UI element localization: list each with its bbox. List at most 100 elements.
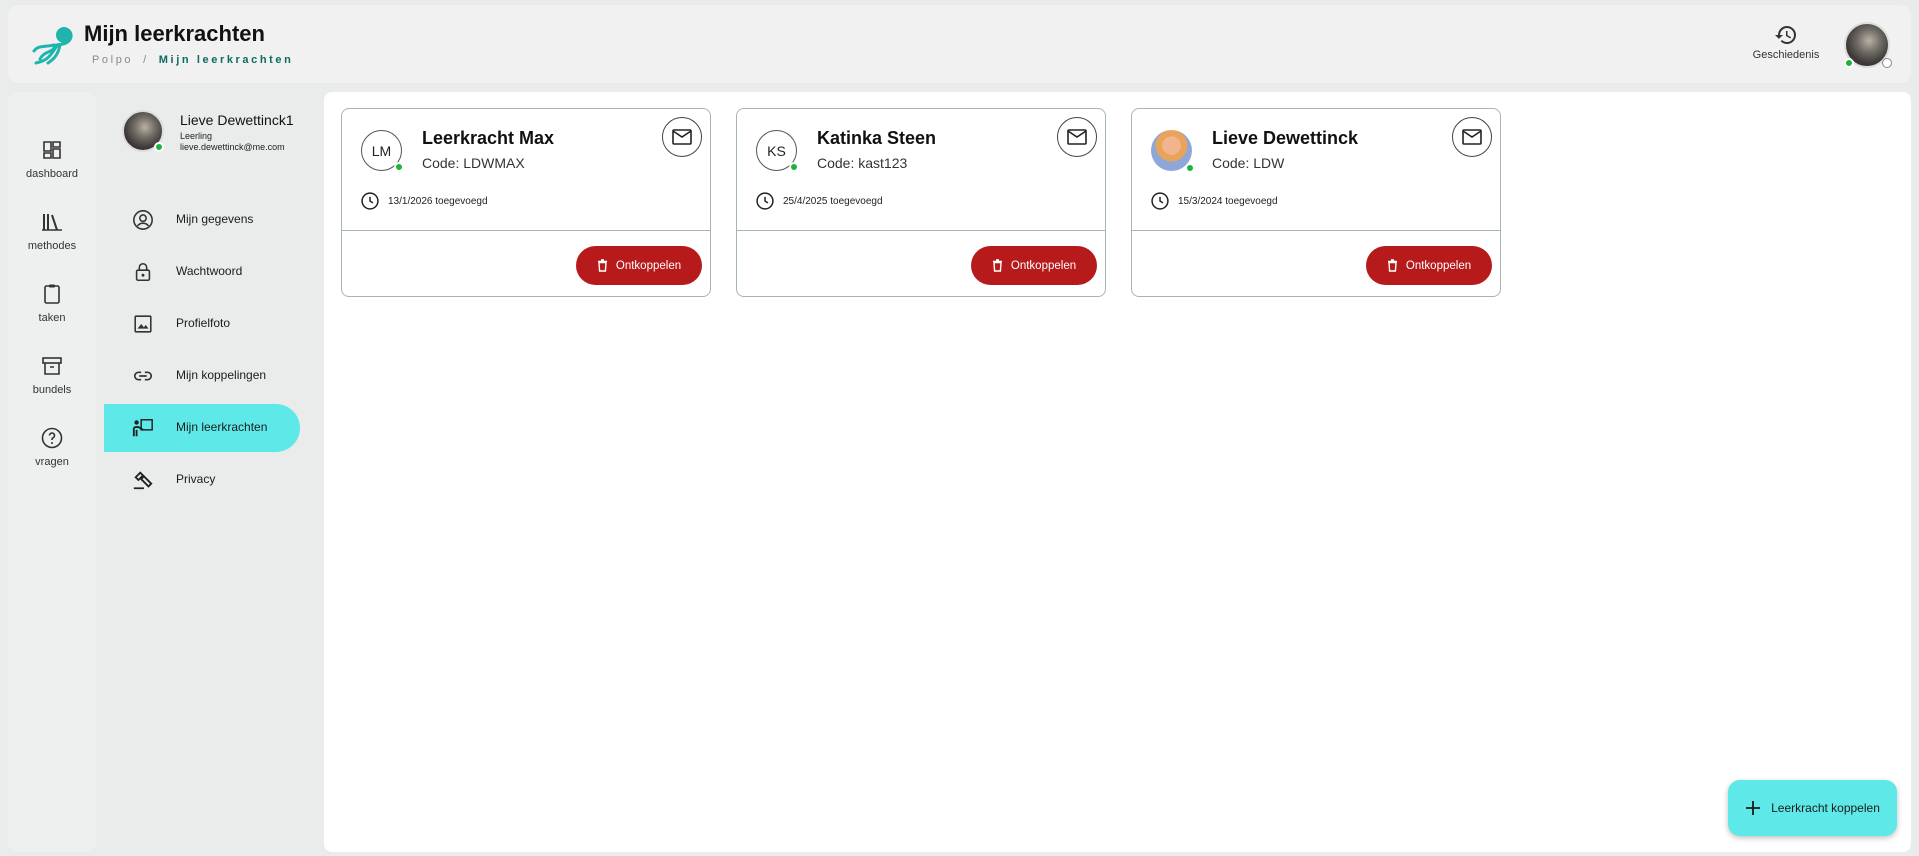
unlink-button[interactable]: Ontkoppelen xyxy=(576,246,702,285)
menu-item-privacy[interactable]: Privacy xyxy=(104,456,300,504)
menu-item-wachtwoord[interactable]: Wachtwoord xyxy=(104,248,300,296)
email-teacher-button[interactable] xyxy=(1452,117,1492,157)
teacher-name: Lieve Dewettinck xyxy=(1212,128,1359,148)
profile-email: lieve.dewettinck@me.com xyxy=(180,142,285,152)
email-teacher-button[interactable] xyxy=(1057,117,1097,157)
rail-item-dashboard[interactable]: dashboard xyxy=(8,138,96,180)
unlink-label: Ontkoppelen xyxy=(615,259,682,272)
history-label: Geschiedenis xyxy=(1752,49,1820,61)
menu-label: Privacy xyxy=(176,472,216,486)
date-added: 25/4/2025 toegevoegd xyxy=(783,195,883,207)
help-icon xyxy=(41,427,63,449)
menu-label: Mijn gegevens xyxy=(176,212,254,226)
trash-icon xyxy=(1387,259,1397,272)
rail-label: taken xyxy=(38,312,66,324)
unlink-label: Ontkoppelen xyxy=(1010,259,1077,272)
rail-label: vragen xyxy=(35,456,69,468)
teacher-code: Code: LDW xyxy=(1212,155,1285,171)
dashboard-icon xyxy=(43,141,61,159)
date-added-row: 25/4/2025 toegevoegd xyxy=(755,191,883,211)
teacher-card: LM Leerkracht Max Code: LDWMAX 13/1/2026… xyxy=(341,108,711,297)
menu-label: Mijn leerkrachten xyxy=(176,420,268,434)
teacher-initials: LM xyxy=(371,142,392,159)
profile-avatar xyxy=(122,110,164,152)
archive-icon xyxy=(42,357,62,375)
teacher-code: Code: kast123 xyxy=(817,155,908,171)
link-icon xyxy=(133,371,153,381)
online-indicator xyxy=(789,162,799,172)
date-added: 15/3/2024 toegevoegd xyxy=(1178,195,1278,207)
clock-icon xyxy=(361,192,379,210)
menu-item-mijn-gegevens[interactable]: Mijn gegevens xyxy=(104,196,300,244)
menu-item-profielfoto[interactable]: Profielfoto xyxy=(104,300,300,348)
online-indicator xyxy=(154,142,164,152)
rail-item-taken[interactable]: taken xyxy=(8,282,96,324)
plus-icon xyxy=(1746,801,1761,815)
page-title: Mijn leerkrachten xyxy=(84,21,265,46)
status-ring-icon xyxy=(1882,58,1892,68)
breadcrumb-root[interactable]: Polpo xyxy=(92,54,133,66)
mail-icon xyxy=(1462,129,1482,145)
breadcrumb-separator: / xyxy=(143,54,149,66)
books-icon xyxy=(42,214,62,231)
email-teacher-button[interactable] xyxy=(662,117,702,157)
mail-icon xyxy=(1067,129,1087,145)
rail-item-vragen[interactable]: vragen xyxy=(8,426,96,468)
card-divider xyxy=(737,230,1105,231)
account-circle-icon xyxy=(133,210,153,230)
menu-label: Mijn koppelingen xyxy=(176,368,267,382)
rail-item-bundels[interactable]: bundels xyxy=(8,354,96,396)
teacher-icon xyxy=(132,419,153,437)
mail-icon xyxy=(672,129,692,145)
clipboard-icon xyxy=(44,284,60,304)
teacher-avatar: KS xyxy=(756,130,799,172)
rail-item-methodes[interactable]: methodes xyxy=(8,210,96,252)
history-button[interactable]: Geschiedenis xyxy=(1746,23,1826,61)
card-divider xyxy=(1132,230,1500,231)
main-content: LM Leerkracht Max Code: LDWMAX 13/1/2026… xyxy=(324,92,1911,852)
settings-sidebar: Lieve Dewettinck1 Leerling lieve.dewetti… xyxy=(96,92,324,852)
online-indicator xyxy=(394,162,404,172)
clock-icon xyxy=(1151,192,1169,210)
date-added-row: 13/1/2026 toegevoegd xyxy=(360,191,488,211)
rail-label: dashboard xyxy=(26,168,78,180)
teacher-initials: KS xyxy=(767,142,786,159)
add-teacher-label: Leerkracht koppelen xyxy=(1771,801,1880,815)
menu-item-mijn-koppelingen[interactable]: Mijn koppelingen xyxy=(104,352,300,400)
profile-name: Lieve Dewettinck1 xyxy=(180,112,294,128)
teacher-name: Katinka Steen xyxy=(817,128,937,148)
image-icon xyxy=(134,315,152,333)
menu-item-mijn-leerkrachten[interactable]: Mijn leerkrachten xyxy=(104,404,300,452)
top-bar: Mijn leerkrachten Polpo / Mijn leerkrachte… xyxy=(8,5,1911,83)
date-added-row: 15/3/2024 toegevoegd xyxy=(1150,191,1278,211)
profile-role: Leerling xyxy=(180,131,213,141)
teacher-card: Lieve Dewettinck Code: LDW 15/3/2024 toe… xyxy=(1131,108,1501,297)
nav-rail: dashboard methodes taken bundels vragen xyxy=(8,92,96,852)
rail-label: methodes xyxy=(27,240,77,252)
add-teacher-button[interactable]: Leerkracht koppelen xyxy=(1728,780,1897,836)
teacher-name: Leerkracht Max xyxy=(422,128,555,148)
rail-label: bundels xyxy=(32,384,72,396)
unlink-button[interactable]: Ontkoppelen xyxy=(971,246,1097,285)
teacher-card: KS Katinka Steen Code: kast123 25/4/2025… xyxy=(736,108,1106,297)
online-indicator xyxy=(1844,58,1854,68)
unlink-label: Ontkoppelen xyxy=(1405,259,1472,272)
menu-label: Profielfoto xyxy=(176,316,231,330)
user-avatar[interactable] xyxy=(1844,22,1892,68)
gavel-icon xyxy=(133,471,153,490)
teacher-code: Code: LDWMAX xyxy=(422,155,525,171)
clock-icon xyxy=(756,192,774,210)
lock-icon xyxy=(135,262,151,282)
menu-label: Wachtwoord xyxy=(176,264,243,278)
trash-icon xyxy=(992,259,1002,272)
card-divider xyxy=(342,230,710,231)
online-indicator xyxy=(1185,163,1195,173)
date-added: 13/1/2026 toegevoegd xyxy=(388,195,488,207)
history-icon xyxy=(1775,26,1796,44)
trash-icon xyxy=(597,259,607,272)
polpo-logo-icon[interactable] xyxy=(28,23,76,65)
breadcrumb: Polpo / Mijn leerkrachten xyxy=(92,54,293,66)
teacher-avatar xyxy=(1151,130,1195,173)
unlink-button[interactable]: Ontkoppelen xyxy=(1366,246,1492,285)
teacher-avatar: LM xyxy=(361,130,404,172)
